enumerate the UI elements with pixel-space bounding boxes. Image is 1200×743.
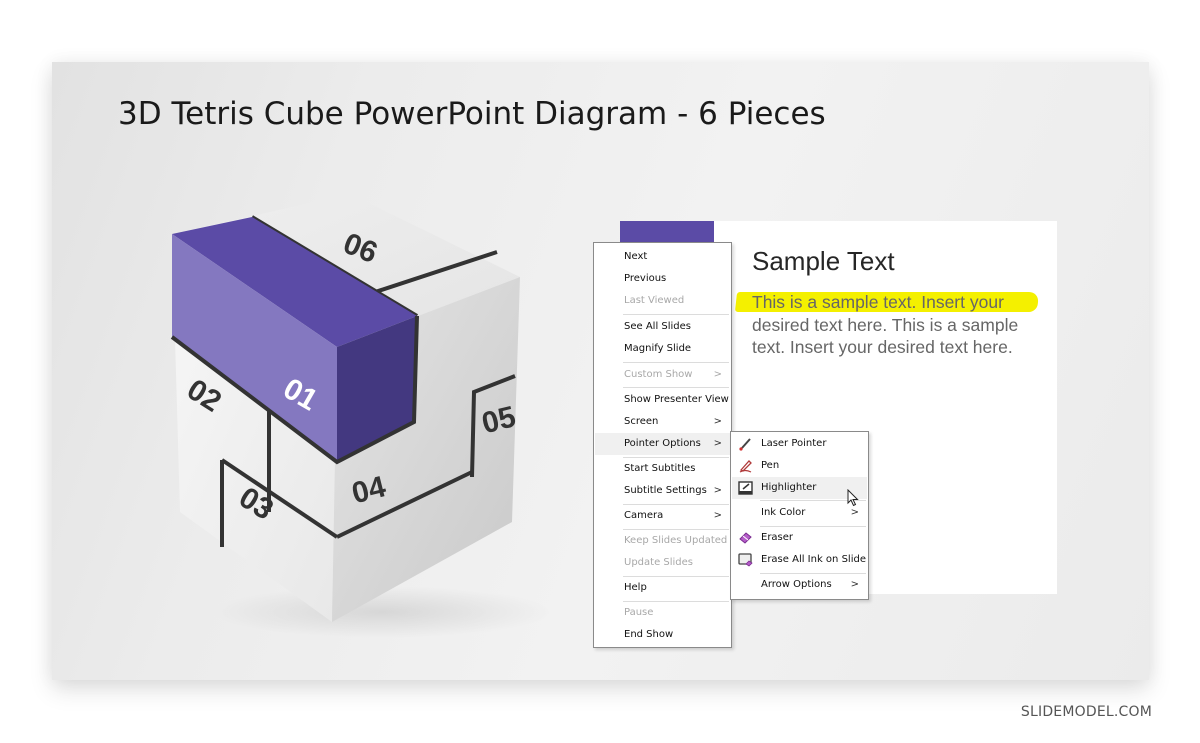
menu-item-see-all-slides[interactable]: See All Slides <box>595 316 730 338</box>
menu-item-start-subtitles[interactable]: Start Subtitles <box>595 458 730 480</box>
menu-item-label: Show Presenter View <box>624 394 729 405</box>
menu-separator <box>623 362 729 363</box>
submenu-item-pen[interactable]: Pen <box>732 455 867 477</box>
menu-item-label: Help <box>624 582 647 593</box>
submenu-item-erase-all-ink[interactable]: Erase All Ink on Slide <box>732 549 867 571</box>
menu-item-next[interactable]: Next <box>595 246 730 268</box>
menu-item-label: Keep Slides Updated <box>624 535 728 546</box>
menu-item-label: Previous <box>624 273 667 284</box>
menu-item-label: Next <box>624 251 648 262</box>
menu-item-label: Last Viewed <box>624 295 685 306</box>
slideshow-context-menu: Next Previous Last Viewed See All Slides… <box>593 242 732 648</box>
menu-item-pointer-options[interactable]: Pointer Options > <box>595 433 730 455</box>
submenu-item-label: Highlighter <box>761 482 817 493</box>
highlighter-icon <box>738 481 753 495</box>
menu-item-label: Update Slides <box>624 557 694 568</box>
menu-item-update-slides[interactable]: Update Slides <box>595 552 730 574</box>
menu-item-subtitle-settings[interactable]: Subtitle Settings > <box>595 480 730 502</box>
menu-item-show-presenter-view[interactable]: Show Presenter View <box>595 389 730 411</box>
submenu-item-arrow-options[interactable]: Arrow Options > <box>732 574 867 596</box>
menu-item-label: Screen <box>624 416 659 427</box>
menu-item-label: Custom Show <box>624 369 693 380</box>
menu-separator <box>623 314 729 315</box>
submenu-item-label: Arrow Options <box>761 579 832 590</box>
submenu-item-eraser[interactable]: Eraser <box>732 527 867 549</box>
eraser-icon <box>739 532 752 544</box>
menu-item-pause[interactable]: Pause <box>595 602 730 624</box>
pen-icon <box>739 460 752 473</box>
erase-all-ink-icon <box>738 553 753 567</box>
tetris-cube-diagram: 06 01 02 03 04 05 <box>152 182 552 638</box>
watermark: SLIDEMODEL.COM <box>1020 704 1152 720</box>
menu-item-label: See All Slides <box>624 321 692 332</box>
chevron-right-icon: > <box>713 369 722 380</box>
submenu-item-laser-pointer[interactable]: Laser Pointer <box>732 433 867 455</box>
menu-item-label: Pause <box>624 607 654 618</box>
menu-item-label: Magnify Slide <box>624 343 692 354</box>
menu-item-label: Start Subtitles <box>624 463 696 474</box>
chevron-right-icon: > <box>713 485 722 496</box>
menu-item-help[interactable]: Help <box>595 577 730 599</box>
chevron-right-icon: > <box>850 579 859 590</box>
laser-pointer-icon <box>739 438 751 451</box>
submenu-item-label: Eraser <box>761 532 794 543</box>
menu-item-label: Pointer Options <box>624 438 701 449</box>
submenu-item-label: Ink Color <box>761 507 806 518</box>
cube-svg: 06 01 02 03 04 05 <box>170 194 552 638</box>
chevron-right-icon: > <box>713 510 722 521</box>
menu-item-last-viewed[interactable]: Last Viewed <box>595 290 730 312</box>
menu-item-magnify-slide[interactable]: Magnify Slide <box>595 338 730 360</box>
menu-separator <box>623 387 729 388</box>
sample-body: This is a sample text. Insert your desir… <box>752 292 1019 357</box>
menu-item-label: Camera <box>624 510 664 521</box>
submenu-item-label: Laser Pointer <box>761 438 827 449</box>
menu-item-keep-slides-updated[interactable]: Keep Slides Updated <box>595 530 730 552</box>
slide: 3D Tetris Cube PowerPoint Diagram - 6 Pi… <box>52 62 1149 680</box>
menu-item-end-show[interactable]: End Show <box>595 624 730 646</box>
menu-item-label: End Show <box>624 629 674 640</box>
menu-item-previous[interactable]: Previous <box>595 268 730 290</box>
pointer-options-submenu: Laser Pointer Pen Highlighter Ink Color … <box>730 431 869 600</box>
menu-item-custom-show[interactable]: Custom Show > <box>595 364 730 386</box>
menu-item-label: Subtitle Settings <box>624 485 707 496</box>
chevron-right-icon: > <box>713 416 722 427</box>
submenu-item-label: Erase All Ink on Slide <box>761 554 866 565</box>
menu-item-camera[interactable]: Camera > <box>595 505 730 527</box>
chevron-right-icon: > <box>713 438 722 449</box>
submenu-item-label: Pen <box>761 460 780 471</box>
menu-item-screen[interactable]: Screen > <box>595 411 730 433</box>
sample-heading: Sample Text <box>752 246 895 276</box>
mouse-cursor-icon <box>847 489 859 507</box>
slide-title: 3D Tetris Cube PowerPoint Diagram - 6 Pi… <box>118 96 826 132</box>
